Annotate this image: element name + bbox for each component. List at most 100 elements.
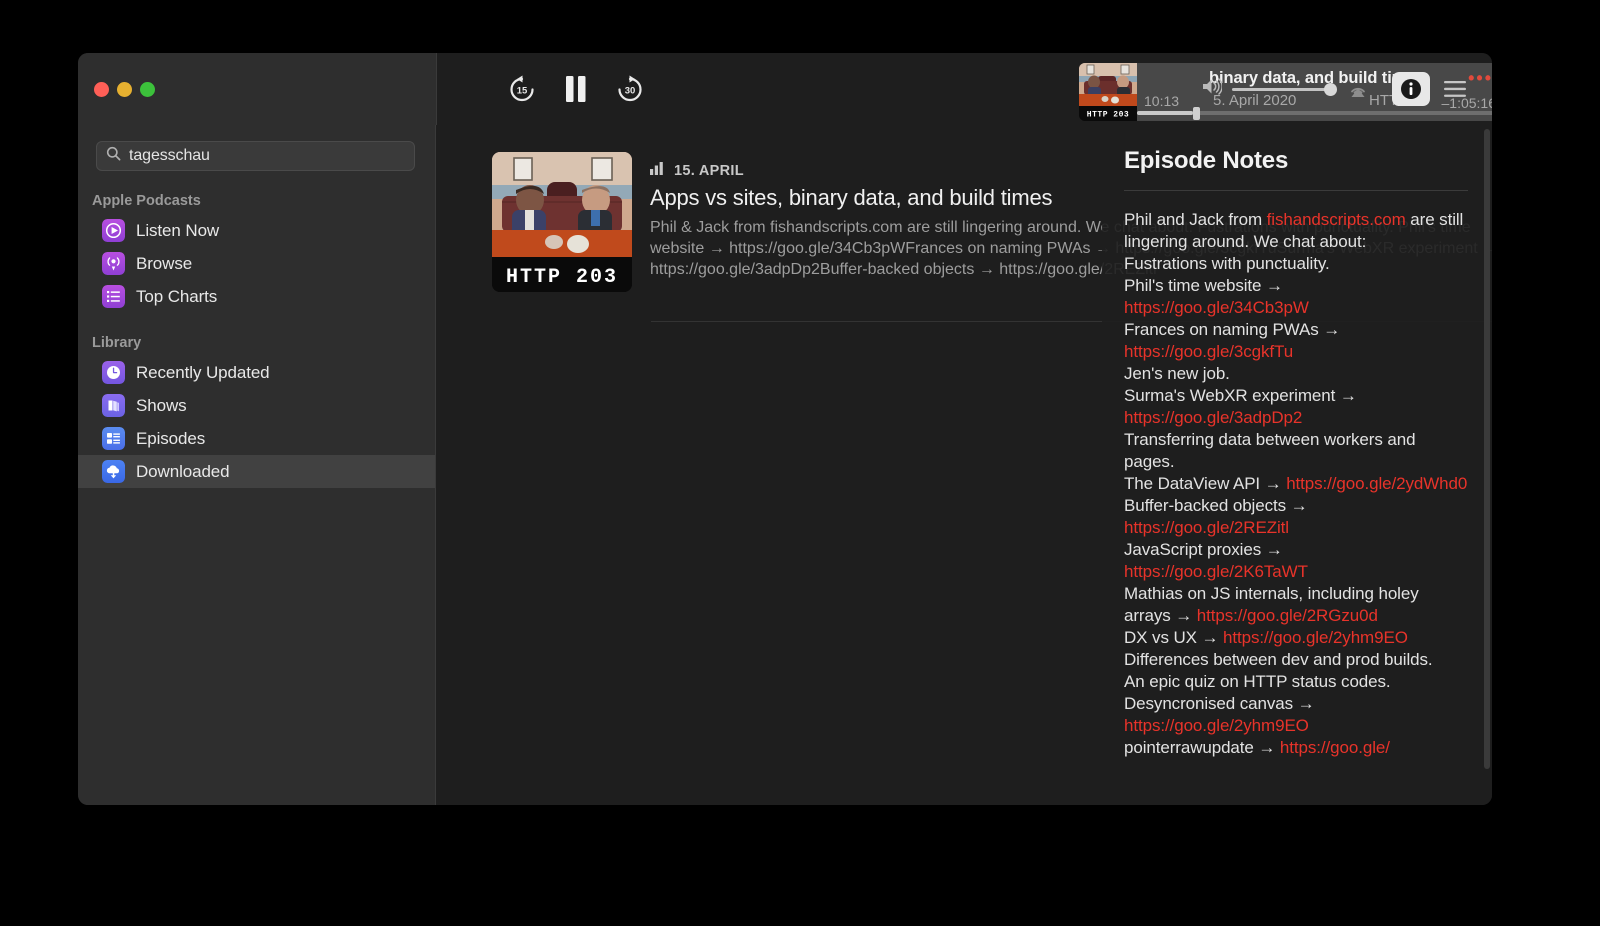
playback-scrubber[interactable] <box>1137 107 1492 120</box>
episode-notes-line: Mathias on JS internals, including holey… <box>1124 583 1468 627</box>
episode-notes-body: Phil and Jack from fishandscripts.com ar… <box>1124 209 1468 759</box>
svg-text:15: 15 <box>517 86 528 97</box>
episode-notes-text: Surma's WebXR experiment → <box>1124 386 1357 405</box>
sidebar-item-label: Shows <box>136 395 187 415</box>
sidebar-item-downloaded[interactable]: Downloaded <box>78 455 435 488</box>
skip-back-15-icon[interactable]: 15 <box>505 72 539 106</box>
episode-notes-link[interactable]: https://goo.gle/34Cb3pW <box>1124 298 1309 317</box>
notes-scrollbar[interactable] <box>1484 129 1490 769</box>
episode-notes-line: Differences between dev and prod builds. <box>1124 649 1468 671</box>
toolbar-sidebar-region <box>78 53 436 125</box>
episode-notes-line: Fustrations with punctuality. <box>1124 253 1468 275</box>
sidebar-item-label: Top Charts <box>136 286 218 306</box>
toolbar-main-region: 15 30 HTTP 203 binary data, and build ti… <box>436 53 1492 125</box>
episode-notes-text: The DataView API → <box>1124 474 1287 493</box>
episode-notes-link[interactable]: https://goo.gle/3cgkfTu <box>1124 342 1293 361</box>
zoom-button[interactable] <box>140 81 155 97</box>
episode-notes-link[interactable]: https://goo.gle/3adpDp2 <box>1124 408 1302 427</box>
episode-notes-line: Frances on naming PWAs → https://goo.gle… <box>1124 319 1468 363</box>
episode-notes-text: JavaScript proxies → <box>1124 540 1283 559</box>
volume-slider-knob[interactable] <box>1324 82 1337 96</box>
episode-artwork: HTTP 203 <box>492 152 632 292</box>
episode-notes-line: DX vs UX → https://goo.gle/2yhm9EO <box>1124 627 1468 649</box>
episode-notes-text: Fustrations with punctuality. <box>1124 254 1330 273</box>
episode-notes-divider <box>1124 190 1468 191</box>
episode-notes-link[interactable]: https://goo.gle/2ydWhd0 <box>1286 474 1467 493</box>
play-circle-icon <box>102 219 125 242</box>
episode-notes-text: DX vs UX → <box>1124 628 1224 647</box>
sidebar-section-apple-podcasts: Apple Podcasts <box>92 193 201 209</box>
close-button[interactable] <box>94 81 109 97</box>
now-playing-artwork: HTTP 203 <box>1079 63 1137 121</box>
episode-date: 15. APRIL <box>674 163 744 179</box>
toolbar: 15 30 HTTP 203 binary data, and build ti… <box>78 53 1492 125</box>
episode-notes-text: Differences between dev and prod builds. <box>1124 650 1433 669</box>
playback-progress-fill <box>1137 111 1193 115</box>
episode-notes-line: Phil and Jack from fishandscripts.com ar… <box>1124 209 1468 253</box>
main-content: HTTP 203 15. APRIL Apps vs sites, binary… <box>436 125 1492 805</box>
speaker-icon <box>1202 78 1223 100</box>
episode-info-button[interactable] <box>1392 72 1430 106</box>
episode-notes-line: An epic quiz on HTTP status codes. <box>1124 671 1468 693</box>
sidebar-item-label: Downloaded <box>136 461 230 481</box>
episode-notes-text: Phil's time website → <box>1124 276 1283 295</box>
episode-notes-link[interactable]: https://goo.gle/2yhm9EO <box>1223 628 1408 647</box>
pause-button[interactable] <box>559 72 593 106</box>
sidebar-item-top-charts[interactable]: Top Charts <box>78 280 435 313</box>
playback-scrubber-knob[interactable] <box>1192 107 1200 120</box>
queue-list-icon[interactable] <box>1438 72 1472 106</box>
now-playing-elapsed-time: 10:13 <box>1144 93 1180 109</box>
episode-notes-line: Buffer-backed objects → https://goo.gle/… <box>1124 495 1468 539</box>
sidebar-item-episodes[interactable]: Episodes <box>78 422 435 455</box>
volume-slider[interactable] <box>1232 82 1337 96</box>
sidebar-item-label: Listen Now <box>136 220 220 240</box>
episode-notes-line: Desyncronised canvas → https://goo.gle/2… <box>1124 693 1468 737</box>
episode-notes-text: pointerrawupdate → <box>1124 738 1280 757</box>
search-input[interactable]: tagesschau <box>129 147 210 165</box>
sidebar: tagesschau Apple Podcasts Listen Now Bro… <box>78 125 436 805</box>
volume-control[interactable] <box>1202 78 1337 100</box>
sidebar-item-recently-updated[interactable]: Recently Updated <box>78 356 435 389</box>
clock-icon <box>102 361 125 384</box>
episode-notes-line: Surma's WebXR experiment → https://goo.g… <box>1124 385 1468 429</box>
episode-notes-link[interactable]: https://goo.gle/2REZitl <box>1124 518 1289 537</box>
episode-notes-text: Buffer-backed objects → <box>1124 496 1308 515</box>
podcasts-window: 15 30 HTTP 203 binary data, and build ti… <box>78 53 1492 805</box>
episode-notes-link[interactable]: https://goo.gle/2yhm9EO <box>1124 716 1309 735</box>
episode-notes-text: Jen's new job. <box>1124 364 1230 383</box>
search-field[interactable]: tagesschau <box>96 141 415 171</box>
episode-notes-text: Desyncronised canvas → <box>1124 694 1315 713</box>
svg-text:HTTP 203: HTTP 203 <box>1087 111 1129 120</box>
minimize-button[interactable] <box>117 81 132 97</box>
episodes-list-icon <box>102 427 125 450</box>
episode-notes-panel: Episode Notes Phil and Jack from fishand… <box>1102 125 1492 805</box>
episode-notes-link[interactable]: https://goo.gle/2K6TaWT <box>1124 562 1308 581</box>
svg-text:30: 30 <box>625 86 636 97</box>
sidebar-item-shows[interactable]: Shows <box>78 389 435 422</box>
cloud-download-icon <box>102 460 125 483</box>
episode-notes-text: Phil and Jack from <box>1124 210 1267 229</box>
episode-notes-link[interactable]: https://goo.gle/2RGzu0d <box>1197 606 1378 625</box>
chart-list-icon <box>102 285 125 308</box>
episode-notes-text: An epic quiz on HTTP status codes. <box>1124 672 1391 691</box>
episode-notes-title: Episode Notes <box>1124 147 1289 174</box>
episode-notes-line: Jen's new job. <box>1124 363 1468 385</box>
sidebar-item-browse[interactable]: Browse <box>78 247 435 280</box>
toolbar-right-controls <box>1202 72 1472 106</box>
episode-notes-link[interactable]: https://goo.gle/ <box>1280 738 1390 757</box>
sidebar-item-label: Browse <box>136 253 193 273</box>
episode-notes-line: JavaScript proxies → https://goo.gle/2K6… <box>1124 539 1468 583</box>
transport-controls: 15 30 <box>505 72 647 106</box>
window-controls <box>94 81 155 97</box>
episode-notes-line: Phil's time website → https://goo.gle/34… <box>1124 275 1468 319</box>
skip-forward-30-icon[interactable]: 30 <box>613 72 647 106</box>
sidebar-section-library: Library <box>92 335 142 351</box>
sidebar-item-label: Episodes <box>136 428 206 448</box>
shows-stack-icon <box>102 394 125 417</box>
sidebar-item-listen-now[interactable]: Listen Now <box>78 214 435 247</box>
episode-notes-text: Transferring data between workers and pa… <box>1124 430 1416 471</box>
airplay-icon[interactable] <box>1346 76 1370 103</box>
sidebar-item-label: Recently Updated <box>136 362 270 382</box>
episode-notes-line: The DataView API → https://goo.gle/2ydWh… <box>1124 473 1468 495</box>
episode-notes-link[interactable]: fishandscripts.com <box>1267 210 1406 229</box>
